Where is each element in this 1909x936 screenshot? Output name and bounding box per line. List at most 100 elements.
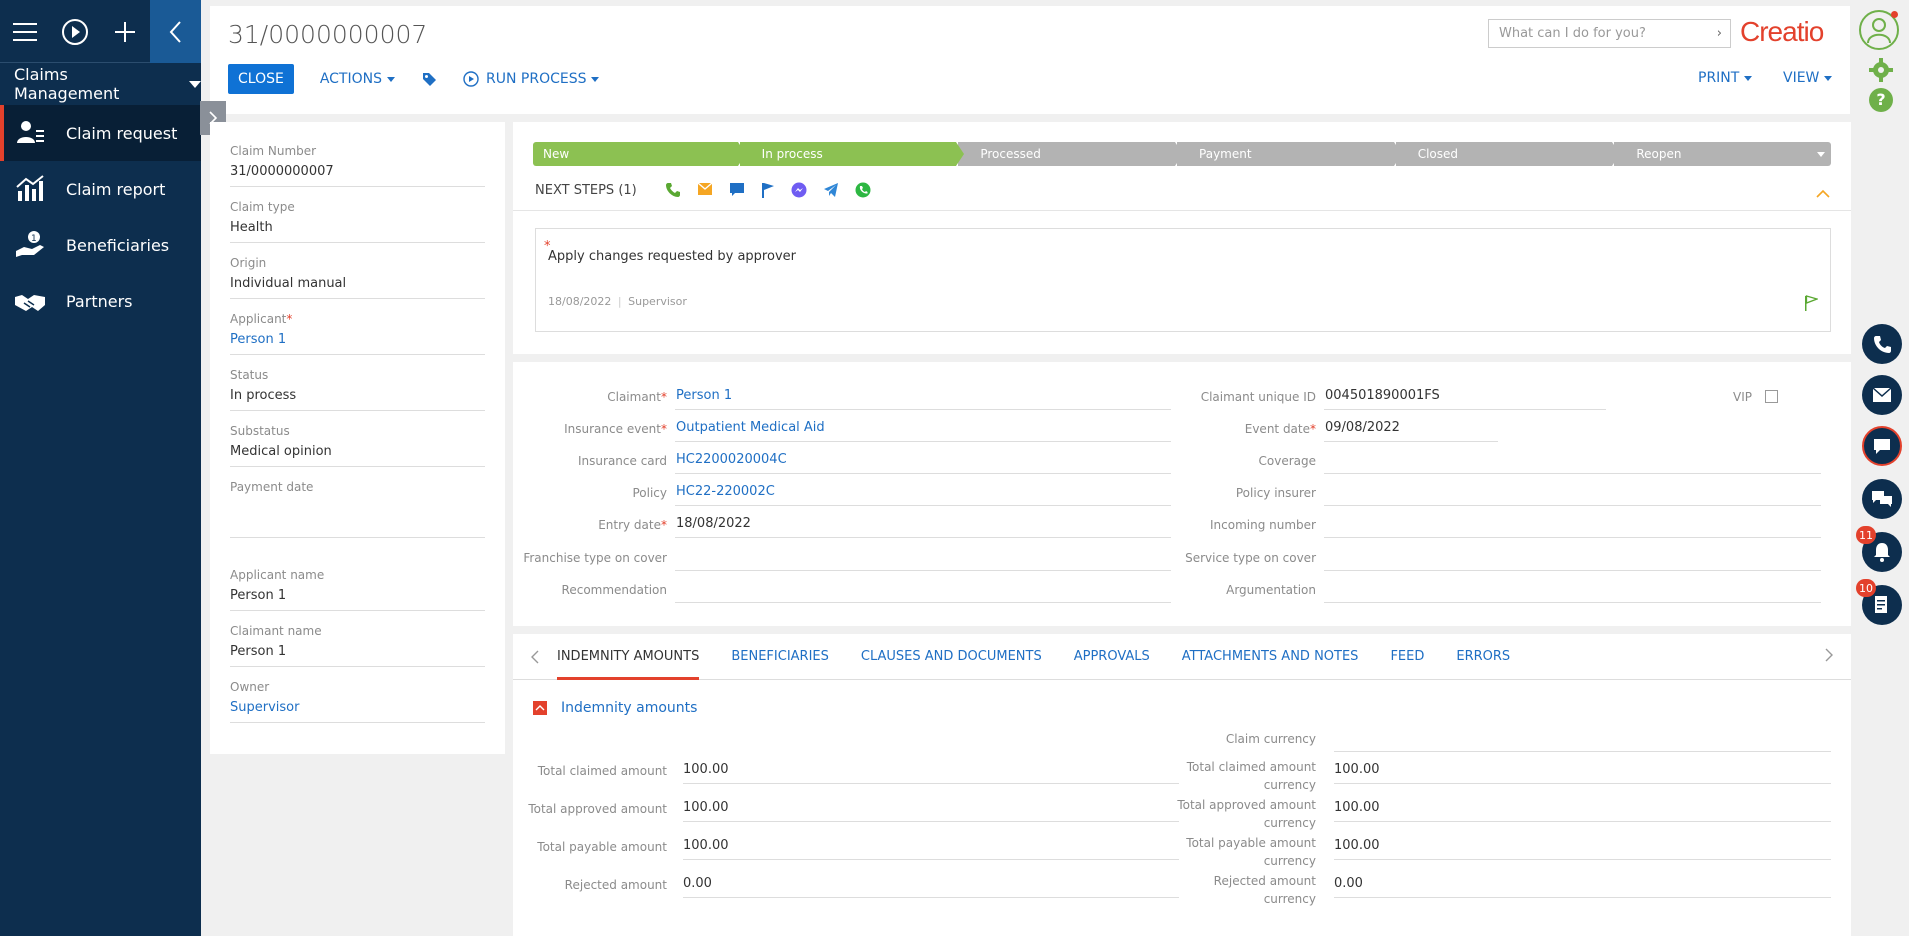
tabs-scroll-left-icon[interactable] bbox=[513, 650, 557, 664]
nav-item-claim-request[interactable]: Claim request bbox=[0, 105, 201, 161]
stage-processed[interactable]: Processed bbox=[958, 142, 1183, 166]
next-steps-actions bbox=[665, 182, 887, 198]
chat-icon[interactable] bbox=[1862, 426, 1902, 466]
stage-closed[interactable]: Closed bbox=[1395, 142, 1621, 166]
field-value[interactable] bbox=[675, 549, 1171, 571]
field-label: Insurance event bbox=[564, 422, 661, 436]
workplace-selector[interactable]: Claims Management bbox=[0, 63, 201, 105]
menu-icon[interactable] bbox=[0, 0, 50, 63]
email-icon[interactable] bbox=[1862, 375, 1902, 415]
field-value[interactable]: Medical opinion bbox=[230, 444, 485, 467]
field-value[interactable]: Supervisor bbox=[230, 700, 485, 723]
field-value[interactable] bbox=[1324, 484, 1821, 506]
profile-avatar-icon[interactable] bbox=[1859, 10, 1899, 50]
tab-beneficiaries[interactable]: BENEFICIARIES bbox=[731, 634, 829, 680]
field-value[interactable] bbox=[1324, 549, 1821, 571]
indemnity-section-header[interactable]: Indemnity amounts bbox=[533, 700, 697, 716]
field-value[interactable]: HC22-220002C bbox=[675, 484, 1171, 506]
field-value[interactable]: Person 1 bbox=[230, 588, 485, 611]
close-button[interactable]: CLOSE bbox=[228, 64, 294, 94]
messenger-icon[interactable] bbox=[791, 182, 807, 198]
field-value[interactable]: Health bbox=[230, 220, 485, 243]
tabs-scroll-right-icon[interactable] bbox=[1825, 648, 1833, 666]
page-header: 31/0000000007 CLOSE ACTIONS RUN PROCESS … bbox=[210, 6, 1850, 114]
next-steps-label[interactable]: NEXT STEPS (1) bbox=[535, 183, 637, 198]
stage-new[interactable]: New bbox=[533, 142, 746, 166]
flag-icon[interactable] bbox=[761, 182, 775, 198]
event-date-field: Event date* 09/08/2022 bbox=[1162, 420, 1498, 442]
applicant-name-field: Applicant name Person 1 bbox=[230, 568, 485, 611]
rejected-amount-currency-field[interactable]: 0.00 bbox=[1334, 876, 1831, 898]
svg-text:1: 1 bbox=[31, 234, 37, 244]
stage-reopen[interactable]: Reopen bbox=[1614, 142, 1832, 166]
field-value[interactable]: In process bbox=[230, 388, 485, 411]
flag-icon[interactable] bbox=[1804, 295, 1820, 315]
label-line: currency bbox=[1263, 892, 1316, 906]
field-value[interactable]: 004501890001FS bbox=[1324, 388, 1606, 410]
command-search-input[interactable]: What can I do for you? › bbox=[1488, 19, 1731, 48]
field-value[interactable]: HC2200020004C bbox=[675, 452, 1171, 474]
field-value[interactable]: Person 1 bbox=[675, 388, 1171, 410]
nav-item-claim-report[interactable]: Claim report bbox=[0, 161, 201, 217]
print-button[interactable]: PRINT bbox=[1698, 70, 1753, 86]
email-icon[interactable] bbox=[697, 182, 713, 198]
field-value[interactable]: Individual manual bbox=[230, 276, 485, 299]
stage-in-process[interactable]: In process bbox=[739, 142, 965, 166]
telegram-icon[interactable] bbox=[823, 182, 839, 198]
field-value[interactable]: Outpatient Medical Aid bbox=[675, 420, 1171, 442]
total-approved-amount-field[interactable]: 100.00 bbox=[683, 800, 1179, 822]
tag-icon[interactable] bbox=[421, 71, 437, 87]
feed-button[interactable]: 10 bbox=[1856, 579, 1902, 625]
rejected-amount-field[interactable]: 0.00 bbox=[683, 876, 1179, 898]
total-claimed-amount-currency-field[interactable]: 100.00 bbox=[1334, 762, 1831, 784]
claim-currency-field[interactable] bbox=[1334, 730, 1831, 752]
total-payable-amount-currency-field[interactable]: 100.00 bbox=[1334, 838, 1831, 860]
tab-approvals[interactable]: APPROVALS bbox=[1074, 634, 1150, 680]
tab-clauses-and-documents[interactable]: CLAUSES AND DOCUMENTS bbox=[861, 634, 1042, 680]
tab-attachments-and-notes[interactable]: ATTACHMENTS AND NOTES bbox=[1182, 634, 1359, 680]
total-approved-amount-currency-field[interactable]: 100.00 bbox=[1334, 800, 1831, 822]
claimant-field: Claimant* Person 1 bbox=[513, 388, 1171, 410]
field-label-wrap: Event date* bbox=[1162, 420, 1324, 436]
conversations-icon[interactable] bbox=[1862, 479, 1902, 519]
insurance-event-field: Insurance event* Outpatient Medical Aid bbox=[513, 420, 1171, 442]
phone-icon[interactable] bbox=[1862, 324, 1902, 364]
field-value[interactable]: Person 1 bbox=[230, 332, 485, 355]
field-value[interactable] bbox=[1324, 516, 1821, 538]
help-icon[interactable]: ? bbox=[1869, 88, 1893, 112]
task-card[interactable]: * Apply changes requested by approver 18… bbox=[535, 228, 1831, 332]
field-value[interactable]: Person 1 bbox=[230, 644, 485, 667]
collapse-up-icon[interactable] bbox=[1816, 188, 1830, 203]
notifications-button[interactable]: 11 bbox=[1856, 526, 1902, 572]
stage-payment[interactable]: Payment bbox=[1177, 142, 1402, 166]
tab-feed[interactable]: FEED bbox=[1390, 634, 1424, 680]
tab-indemnity-amounts[interactable]: INDEMNITY AMOUNTS bbox=[557, 634, 700, 680]
field-value[interactable]: 31/0000000007 bbox=[230, 164, 485, 187]
field-value[interactable]: 09/08/2022 bbox=[1324, 420, 1498, 442]
add-icon[interactable] bbox=[100, 0, 150, 63]
nav-item-partners[interactable]: Partners bbox=[0, 273, 201, 329]
nav-top-bar bbox=[0, 0, 201, 63]
field-value[interactable] bbox=[675, 581, 1171, 603]
field-value[interactable] bbox=[230, 500, 485, 538]
comment-icon[interactable] bbox=[729, 182, 745, 198]
vip-checkbox[interactable] bbox=[1765, 390, 1778, 403]
field-value[interactable]: 18/08/2022 bbox=[675, 516, 1171, 538]
task-title[interactable]: Apply changes requested by approver bbox=[548, 249, 796, 264]
field-label: Claim type bbox=[230, 200, 295, 214]
view-button[interactable]: VIEW bbox=[1783, 70, 1833, 86]
run-process-button[interactable]: RUN PROCESS bbox=[463, 71, 600, 87]
field-value[interactable] bbox=[1324, 581, 1821, 603]
total-payable-amount-field[interactable]: 100.00 bbox=[683, 838, 1179, 860]
collapse-nav-icon[interactable] bbox=[150, 0, 201, 63]
whatsapp-icon[interactable] bbox=[855, 182, 871, 198]
nav-item-beneficiaries[interactable]: 1 Beneficiaries bbox=[0, 217, 201, 273]
total-claimed-amount-field[interactable]: 100.00 bbox=[683, 762, 1179, 784]
tab-errors[interactable]: ERRORS bbox=[1456, 634, 1510, 680]
collapse-section-icon[interactable] bbox=[533, 701, 547, 715]
gear-icon[interactable] bbox=[1869, 58, 1893, 86]
field-value[interactable] bbox=[1324, 452, 1821, 474]
run-process-icon[interactable] bbox=[50, 0, 100, 63]
call-icon[interactable] bbox=[665, 182, 681, 198]
actions-button[interactable]: ACTIONS bbox=[320, 71, 395, 87]
